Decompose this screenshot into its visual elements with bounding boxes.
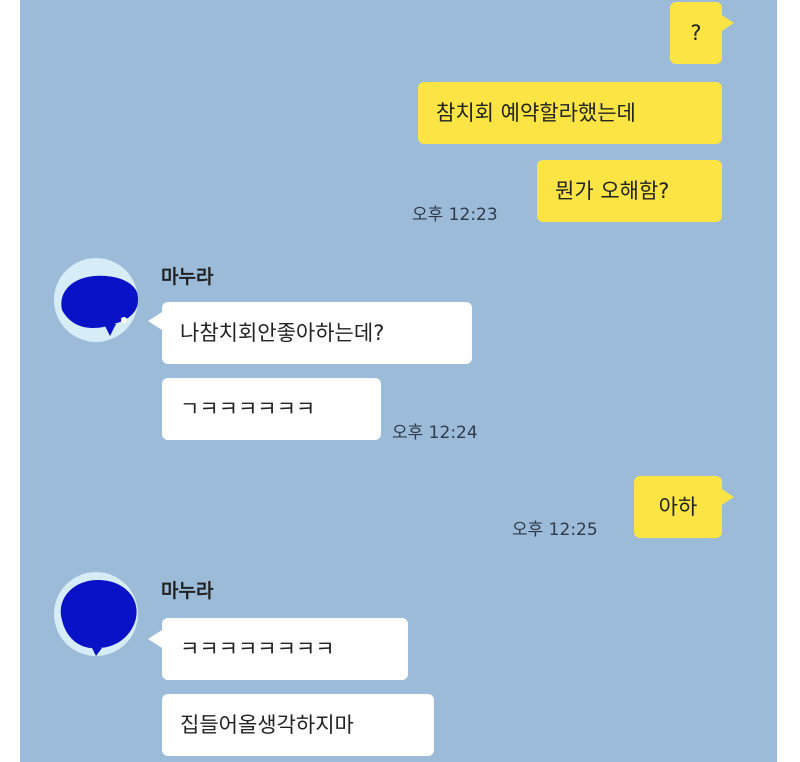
bubble-tail — [720, 14, 734, 32]
message-text: ㅋㅋㅋㅋㅋㅋㅋㅋ — [180, 636, 335, 661]
message-text: 참치회 예약할라했는데 — [436, 100, 636, 125]
message-text: 아하 — [658, 494, 698, 519]
message-time: 오후 12:24 — [392, 423, 478, 443]
bubble-tail — [148, 312, 162, 330]
message-time: 오후 12:25 — [512, 520, 598, 540]
their-message-bubble[interactable]: ㄱㅋㅋㅋㅋㅋㅋ — [162, 378, 381, 440]
chat-area[interactable]: ? 참치회 예약할라했는데 뭔가 오해함? 오후 12:23 마누라 나참치회안… — [20, 0, 777, 762]
message-text: 뭔가 오해함? — [555, 178, 670, 203]
sender-name: 마누라 — [161, 580, 214, 602]
message-text: ㄱㅋㅋㅋㅋㅋㅋ — [180, 396, 316, 421]
sender-avatar[interactable] — [54, 572, 138, 656]
sender-avatar[interactable] — [54, 258, 138, 342]
message-text: ? — [690, 20, 702, 45]
profile-avatar-icon — [60, 580, 137, 656]
my-message-bubble[interactable]: 참치회 예약할라했는데 — [418, 82, 722, 144]
message-text: 나참치회안좋아하는데? — [180, 320, 385, 345]
my-message-bubble[interactable]: ? — [670, 2, 722, 64]
message-text: 집들어올생각하지마 — [180, 712, 354, 737]
my-message-bubble[interactable]: 뭔가 오해함? — [537, 160, 722, 222]
sender-name: 마누라 — [161, 266, 214, 288]
my-message-bubble[interactable]: 아하 — [634, 476, 722, 538]
their-message-bubble[interactable]: 집들어올생각하지마 — [162, 694, 434, 756]
bubble-tail — [720, 488, 734, 506]
profile-avatar-icon — [61, 275, 138, 336]
their-message-bubble[interactable]: 나참치회안좋아하는데? — [162, 302, 472, 364]
their-message-bubble[interactable]: ㅋㅋㅋㅋㅋㅋㅋㅋ — [162, 618, 408, 680]
message-time: 오후 12:23 — [412, 205, 498, 225]
bubble-tail — [148, 630, 162, 648]
